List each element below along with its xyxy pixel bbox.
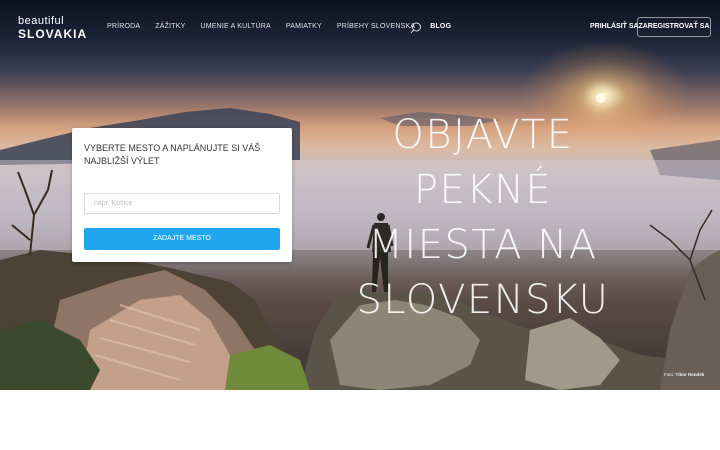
- nav-item-umenie-a-kultura[interactable]: UMENIE A KULTÚRA: [200, 23, 270, 30]
- city-input[interactable]: [84, 193, 280, 214]
- enter-city-button[interactable]: ZADAJTE MESTO: [84, 228, 280, 250]
- card-title: VYBERTE MESTO A NAPLÁNUJTE SI VÁŠ NAJBLI…: [84, 143, 261, 166]
- logo-line-1: beautiful: [18, 15, 65, 27]
- headline-line-1: OBJAVTE PEKNÉ: [392, 112, 574, 213]
- nav-item-blog[interactable]: BLOG: [430, 23, 451, 30]
- login-link[interactable]: PRIHLÁSIŤ SA: [590, 23, 639, 30]
- photo-credit-prefix: Foto:: [664, 372, 675, 377]
- photo-credit-author: Tibor Rendek: [675, 372, 705, 377]
- nav-item-pribehy-slovenska[interactable]: PRÍBEHY SLOVENSKA: [337, 23, 415, 30]
- trip-planner-card: VYBERTE MESTO A NAPLÁNUJTE SI VÁŠ NAJBLI…: [72, 128, 292, 262]
- logo[interactable]: beautiful SLOVAKIA: [18, 15, 88, 41]
- headline-line-2: MIESTA NA: [368, 222, 598, 268]
- register-button[interactable]: ZAREGISTROVAŤ SA: [637, 17, 711, 37]
- hero-banner: beautiful SLOVAKIA PRÍRODA ZÁŽITKY UMENI…: [0, 0, 720, 390]
- photo-credit: Foto: Tibor Rendek: [664, 372, 704, 377]
- nav-item-zazitky[interactable]: ZÁŽITKY: [155, 23, 185, 30]
- top-navigation: beautiful SLOVAKIA PRÍRODA ZÁŽITKY UMENI…: [0, 0, 720, 56]
- page-content-area: [0, 390, 720, 450]
- search-icon[interactable]: [410, 22, 422, 34]
- logo-line-2: SLOVAKIA: [18, 27, 88, 41]
- nav-item-pamiatky[interactable]: PAMIATKY: [286, 23, 322, 30]
- nav-item-priroda[interactable]: PRÍRODA: [107, 23, 140, 30]
- headline-line-3: SLOVENSKU: [356, 277, 610, 323]
- hero-headline: OBJAVTE PEKNÉ MIESTA NA SLOVENSKU: [318, 108, 648, 328]
